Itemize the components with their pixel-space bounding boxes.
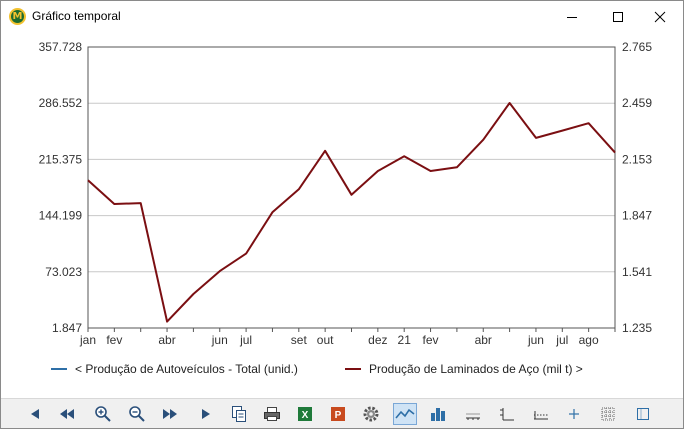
y-left-tick-label: 357.728	[39, 40, 83, 54]
svg-text:P: P	[335, 410, 342, 421]
zoom-out-icon	[129, 406, 145, 422]
legend-swatch-laminados	[345, 368, 361, 370]
x-tick-label: out	[317, 333, 334, 347]
plus-icon	[569, 409, 579, 419]
time-series-chart[interactable]: 357.728 2.765 286.552 2.459 215.375 2.153 144.…	[1, 32, 683, 362]
axis-left-icon	[500, 408, 514, 421]
y-left-tick-label: 286.552	[39, 96, 83, 110]
x-tick-label: jun	[211, 333, 228, 347]
rewind-button[interactable]	[55, 403, 79, 425]
zoom-out-button[interactable]	[125, 403, 149, 425]
series-line-laminados	[87, 102, 616, 323]
x-tick-label: abr	[475, 333, 492, 347]
legend-item-laminados[interactable]: Produção de Laminados de Aço (mil t) >	[345, 362, 583, 376]
powerpoint-icon: P	[331, 407, 345, 421]
maximize-button[interactable]	[595, 1, 641, 32]
bottom-toolbar: X P	[1, 398, 683, 428]
y-left-tick-label: 73.023	[45, 265, 82, 279]
x-tick-label: dez	[368, 333, 387, 347]
axis-dotted-button[interactable]	[529, 403, 553, 425]
double-right-icon	[163, 409, 177, 419]
legend-label-autoveiculos: < Produção de Autoveículos - Total (unid…	[75, 362, 298, 376]
x-tick-label: jul	[239, 333, 252, 347]
triangle-left-icon	[31, 409, 39, 419]
fast-forward-button[interactable]	[158, 403, 182, 425]
x-tick-label: fev	[423, 333, 439, 347]
copy-button[interactable]	[227, 403, 251, 425]
y-right-tick-label: 1.847	[622, 209, 652, 223]
y-right-tick-label: 2.765	[622, 40, 652, 54]
crosshair-button[interactable]	[562, 403, 586, 425]
maximize-icon	[613, 11, 623, 22]
chart-area[interactable]: 357.728 2.765 286.552 2.459 215.375 2.153 144.…	[1, 32, 683, 398]
x-tick-label: 21	[398, 333, 412, 347]
minimize-icon	[567, 16, 577, 18]
axis-dotted-icon	[534, 411, 548, 420]
y-left-tick-label: 144.199	[39, 209, 83, 223]
frame-button[interactable]	[631, 403, 655, 425]
y-left-tick-label: 215.375	[39, 152, 83, 166]
x-tick-label: ago	[579, 333, 599, 347]
chart-legend: < Produção de Autoveículos - Total (unid…	[1, 358, 683, 380]
x-tick-label: jan	[79, 333, 96, 347]
frame-icon	[637, 408, 649, 420]
x-tick-label: jul	[555, 333, 568, 347]
x-tick-label: fev	[106, 333, 122, 347]
double-left-icon	[60, 409, 74, 419]
close-button[interactable]	[637, 1, 683, 32]
plot-frame	[87, 46, 616, 329]
close-icon	[654, 11, 666, 22]
x-tick-label: abr	[158, 333, 175, 347]
app-logo-icon: M	[9, 8, 26, 25]
first-page-button[interactable]	[23, 403, 47, 425]
y-right-tick-label: 1.541	[622, 265, 652, 279]
grid-button[interactable]	[596, 403, 620, 425]
grid-icon	[601, 407, 615, 421]
settings-button[interactable]	[359, 403, 383, 425]
printer-icon	[264, 407, 280, 421]
axis-bottom-button[interactable]	[461, 403, 485, 425]
bar-chart-icon	[431, 408, 445, 421]
svg-text:X: X	[302, 410, 309, 421]
chart-window: M Gráfico temporal 357.728 2.765 286.552 2.…	[0, 0, 684, 429]
axis-bottom-icon	[466, 413, 480, 420]
y-right-tick-label: 2.459	[622, 96, 652, 110]
line-chart-icon	[395, 408, 415, 419]
print-button[interactable]	[260, 403, 284, 425]
excel-button[interactable]: X	[293, 403, 317, 425]
line-chart-button[interactable]	[393, 403, 417, 425]
window-title: Gráfico temporal	[32, 9, 121, 23]
bar-chart-button[interactable]	[426, 403, 450, 425]
zoom-in-button[interactable]	[91, 403, 115, 425]
legend-label-laminados: Produção de Laminados de Aço (mil t) >	[369, 362, 583, 376]
triangle-right-icon	[202, 409, 210, 419]
legend-swatch-autoveiculos	[51, 368, 67, 370]
zoom-in-icon	[95, 406, 111, 422]
powerpoint-button[interactable]: P	[326, 403, 350, 425]
excel-icon: X	[298, 407, 312, 421]
last-page-button[interactable]	[194, 403, 218, 425]
gear-icon	[363, 406, 379, 422]
title-bar[interactable]: M Gráfico temporal	[1, 1, 683, 32]
y-right-tick-label: 2.153	[622, 152, 652, 166]
copy-icon	[232, 406, 246, 422]
y-right-tick-label: 1.235	[622, 321, 652, 335]
y-left-tick-label: 1.847	[52, 321, 82, 335]
x-tick-label: jun	[527, 333, 544, 347]
legend-item-autoveiculos[interactable]: < Produção de Autoveículos - Total (unid…	[51, 362, 298, 376]
axis-left-button[interactable]	[495, 403, 519, 425]
x-tick-label: set	[291, 333, 308, 347]
minimize-button[interactable]	[549, 1, 595, 32]
